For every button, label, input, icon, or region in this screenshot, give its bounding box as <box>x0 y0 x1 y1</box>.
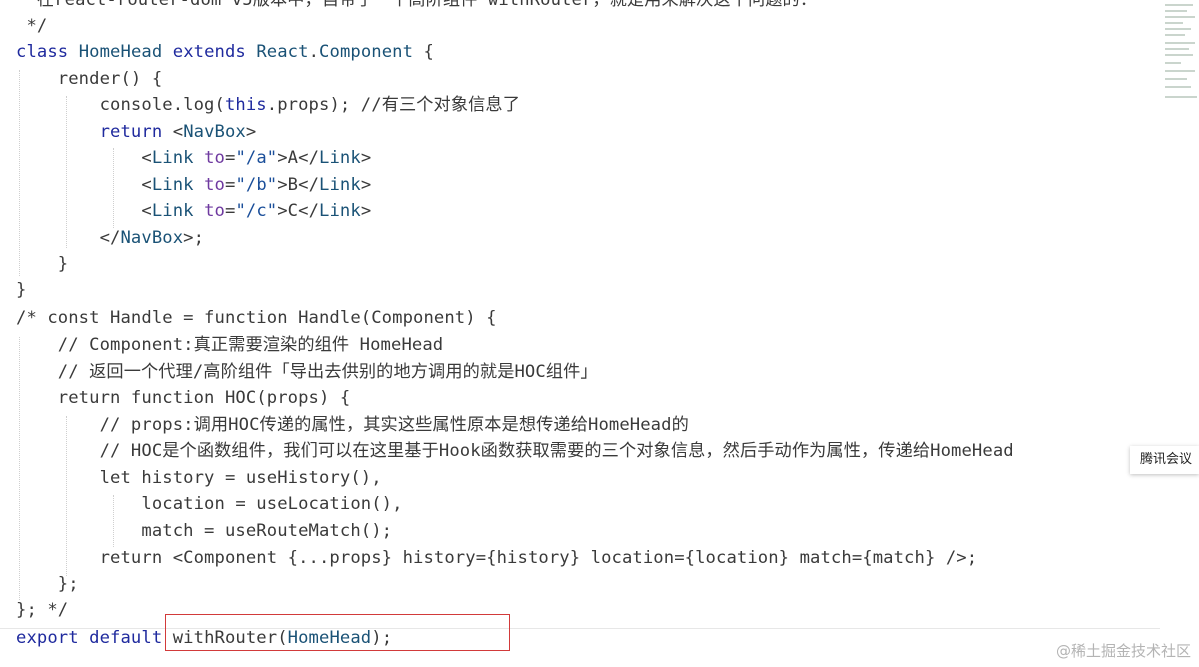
code-line: // props:调用HOC传递的属性，其实这些属性原本是想传递给HomeHea… <box>16 415 689 435</box>
code-line: */ <box>16 16 48 36</box>
code-line: <Link to="/a">A</Link> <box>16 148 372 168</box>
watermark: @稀土掘金技术社区 <box>1055 642 1191 660</box>
code-editor[interactable]: 在react-router-dom v5版本中，自带了一个高阶组件 withRo… <box>0 0 1160 667</box>
code-line: } <box>16 280 27 300</box>
meeting-popup-label: 腾讯会议 <box>1140 452 1193 467</box>
code-line: }; */ <box>16 600 69 620</box>
code-line: <Link to="/c">C</Link> <box>16 201 372 221</box>
code-line: // Component:真正需要渲染的组件 HomeHead <box>16 335 444 355</box>
highlight-box <box>165 614 510 651</box>
code-line: /* const Handle = function Handle(Compon… <box>16 308 497 328</box>
code-line: return <NavBox> <box>99 122 257 142</box>
code-line: console.log(this.props); //有三个对象信息了 <box>16 95 520 115</box>
code-line: location = useLocation(), <box>16 494 403 514</box>
code-line: <Link to="/b">B</Link> <box>16 175 372 195</box>
code-line: match = useRouteMatch(); <box>16 521 393 541</box>
code-line: // 返回一个代理/高阶组件「导出去供别的地方调用的就是HOC组件」 <box>16 362 598 382</box>
code-line: class HomeHead extends React.Component { <box>16 42 434 62</box>
code-line: let history = useHistory(), <box>16 468 382 488</box>
code-line: return <Component {...props} history={hi… <box>16 548 978 568</box>
code-line: render() { <box>16 69 163 89</box>
code-line: // HOC是个函数组件，我们可以在这里基于Hook函数获取需要的三个对象信息，… <box>16 441 1014 461</box>
code-line: 在react-router-dom v5版本中，自带了一个高阶组件 withRo… <box>16 0 818 10</box>
code-line: return function HOC(props) { <box>16 388 351 408</box>
code-line: }; <box>16 574 79 594</box>
minimap[interactable] <box>1163 0 1199 110</box>
code-line: </NavBox>; <box>16 228 205 248</box>
meeting-popup[interactable]: 腾讯会议 <box>1130 446 1199 474</box>
code-line: } <box>16 254 69 274</box>
